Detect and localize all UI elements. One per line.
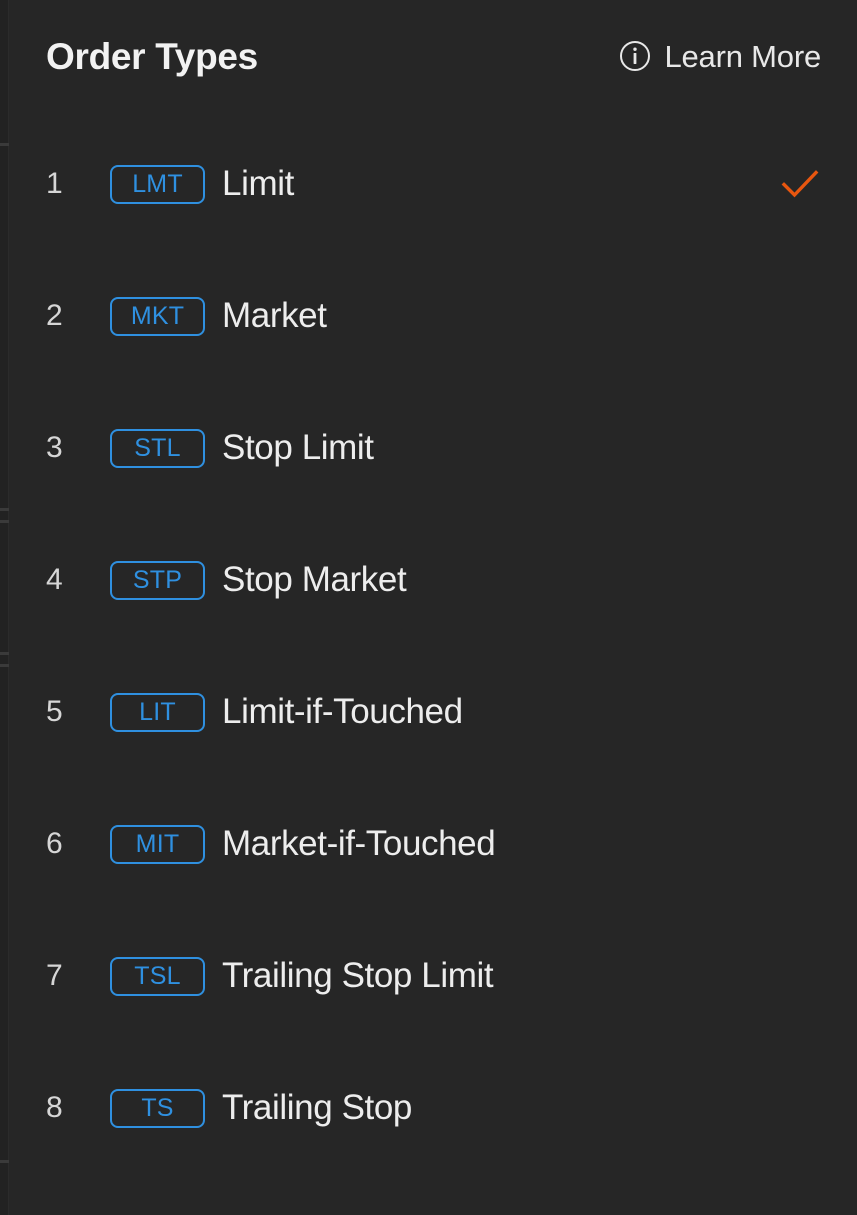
page-title: Order Types [46, 35, 258, 77]
table-row[interactable]: 1 LMT Limit [0, 118, 857, 250]
order-type-label: Trailing Stop [222, 1087, 412, 1127]
row-index: 6 [46, 827, 63, 860]
row-index: 7 [46, 959, 63, 992]
table-row[interactable]: 2 MKT Market [0, 250, 857, 382]
order-type-code-badge: STP [110, 560, 205, 600]
order-types-panel: Order Types Learn More 1 LMT Limit 2 MKT Mark… [0, 0, 857, 1215]
order-type-code-badge: TS [110, 1088, 205, 1128]
order-type-label: Limit [222, 163, 294, 203]
learn-more-label: Learn More [664, 38, 821, 74]
info-circle-icon [619, 40, 651, 72]
table-row[interactable]: 5 LIT Limit-if-Touched [0, 646, 857, 778]
row-index: 2 [46, 299, 63, 332]
row-index: 5 [46, 695, 63, 728]
table-row[interactable]: 3 STL Stop Limit [0, 382, 857, 514]
order-type-code-badge: MKT [110, 296, 205, 336]
order-type-label: Market-if-Touched [222, 823, 496, 863]
order-type-label: Stop Market [222, 559, 407, 599]
order-type-label: Stop Limit [222, 427, 374, 467]
checkmark-icon [779, 163, 821, 205]
table-row[interactable]: 7 TSL Trailing Stop Limit [0, 910, 857, 1042]
row-index: 8 [46, 1091, 63, 1124]
order-type-code-badge: LMT [110, 164, 205, 204]
order-type-code-badge: MIT [110, 824, 205, 864]
learn-more-button[interactable]: Learn More [619, 40, 821, 72]
order-type-code-badge: LIT [110, 692, 205, 732]
order-type-code-badge: TSL [110, 956, 205, 996]
order-type-code-badge: STL [110, 428, 205, 468]
panel-header: Order Types Learn More [0, 0, 857, 112]
order-types-list: 1 LMT Limit 2 MKT Market 3 STL Stop Limit 4 STP Sto… [0, 118, 857, 1174]
order-type-label: Market [222, 295, 327, 335]
table-row[interactable]: 6 MIT Market-if-Touched [0, 778, 857, 910]
table-row[interactable]: 4 STP Stop Market [0, 514, 857, 646]
table-row[interactable]: 8 TS Trailing Stop [0, 1042, 857, 1174]
row-index: 4 [46, 563, 63, 596]
order-type-label: Trailing Stop Limit [222, 955, 494, 995]
row-index: 1 [46, 167, 63, 200]
row-index: 3 [46, 431, 63, 464]
order-type-label: Limit-if-Touched [222, 691, 463, 731]
